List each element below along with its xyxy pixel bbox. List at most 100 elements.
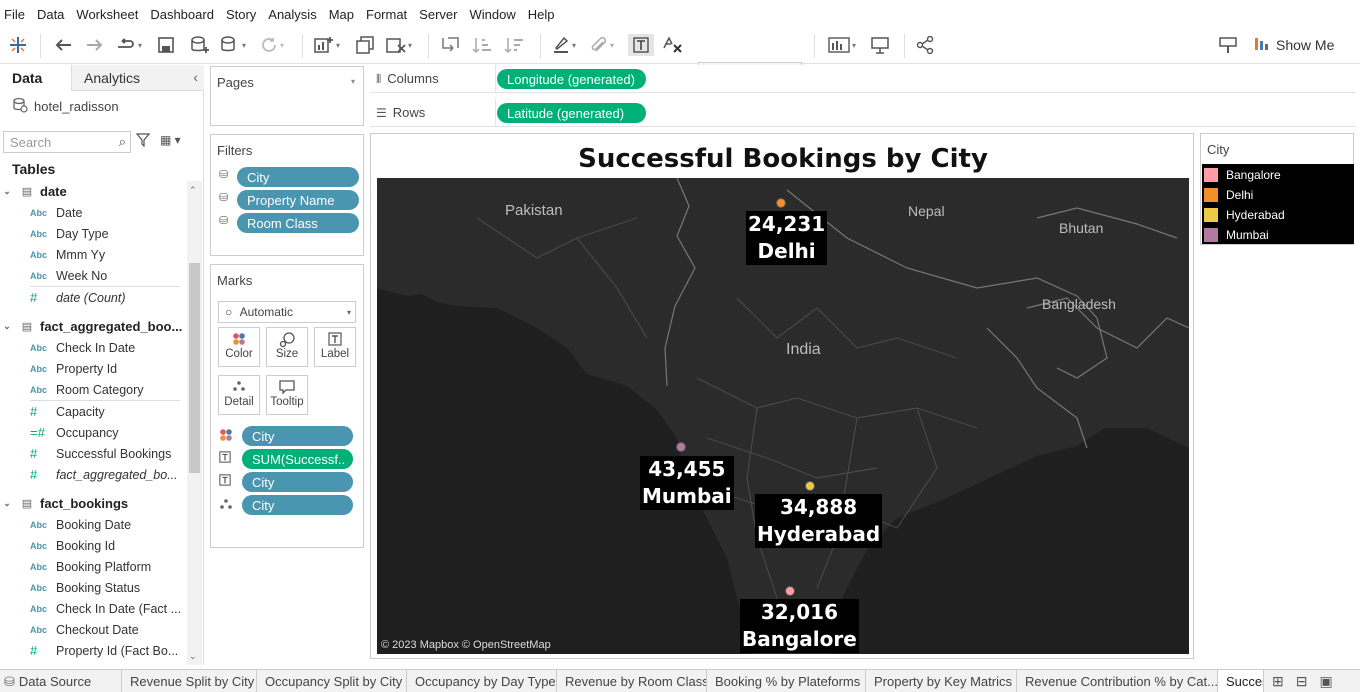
- mark-type-select[interactable]: ○ Automatic ▾: [218, 301, 356, 323]
- field-item[interactable]: Abc Booking Status: [0, 577, 186, 598]
- search-input[interactable]: Search ⌕: [3, 131, 131, 153]
- menu-worksheet[interactable]: Worksheet: [76, 7, 144, 22]
- field-item[interactable]: Abc Day Type: [0, 223, 186, 244]
- menu-server[interactable]: Server: [419, 7, 463, 22]
- tableau-logo-icon[interactable]: [8, 34, 28, 56]
- refresh-icon[interactable]: ▾: [260, 34, 284, 56]
- swap-icon[interactable]: ▾: [116, 34, 142, 56]
- pause-datasource-icon[interactable]: ▾: [220, 34, 246, 56]
- presentation-mode-icon[interactable]: [870, 34, 890, 56]
- table-group[interactable]: ⌄ ▤ fact_aggregated_boo...: [0, 316, 186, 337]
- map-point-bangalore[interactable]: [785, 586, 795, 596]
- collapse-arrow-icon[interactable]: ⌄: [0, 186, 14, 197]
- columns-shelf[interactable]: ⦀ Columns Longitude (generated): [370, 65, 1356, 93]
- tab-property-by-key-matrics[interactable]: Property by Key Matrics: [866, 670, 1017, 692]
- field-item[interactable]: # Property Id (Fact Bo...: [0, 640, 186, 661]
- color-button[interactable]: Color: [218, 327, 260, 367]
- field-item[interactable]: Abc Mmm Yy: [0, 244, 186, 265]
- map-point-delhi[interactable]: [776, 198, 786, 208]
- map[interactable]: Pakistan Nepal Bhutan India Bangladesh 2…: [377, 178, 1189, 654]
- tab-revenue-by-room-class[interactable]: Revenue by Room Class: [557, 670, 707, 692]
- field-item[interactable]: # fact_aggregated_bo...: [0, 464, 186, 485]
- field-item[interactable]: # date (Count): [0, 287, 186, 308]
- field-item[interactable]: Abc Room Category: [0, 379, 186, 400]
- marks-pill-city-label[interactable]: City: [242, 472, 353, 492]
- tab-occupancy-split-by-city[interactable]: Occupancy Split by City: [257, 670, 407, 692]
- field-item[interactable]: Abc Check In Date: [0, 337, 186, 358]
- marks-pill-sum-successful-bookings[interactable]: SUM(Successf..: [242, 449, 353, 469]
- field-item[interactable]: Abc Property Id: [0, 358, 186, 379]
- undo-icon[interactable]: [54, 34, 72, 56]
- field-item[interactable]: # Capacity: [0, 401, 186, 422]
- rows-shelf[interactable]: ☰ Rows Latitude (generated): [370, 99, 1356, 127]
- group-members-icon[interactable]: ▾: [590, 34, 614, 56]
- pages-card[interactable]: Pages ▾: [210, 66, 364, 126]
- field-item[interactable]: =# Occupancy: [0, 422, 186, 443]
- tooltip-pin-icon[interactable]: [1218, 34, 1238, 56]
- tab-analytics[interactable]: Analytics: [72, 65, 204, 90]
- marks-pill-city-color[interactable]: City: [242, 426, 353, 446]
- menu-dashboard[interactable]: Dashboard: [150, 7, 220, 22]
- share-icon[interactable]: [916, 34, 934, 56]
- field-item[interactable]: Abc Week No: [0, 265, 186, 286]
- map-point-hyderabad[interactable]: [805, 481, 815, 491]
- view-options-icon[interactable]: ▦ ▾: [160, 133, 181, 147]
- field-item[interactable]: # Successful Bookings: [0, 443, 186, 464]
- label-button[interactable]: Label: [314, 327, 356, 367]
- collapse-arrow-icon[interactable]: ⌄: [0, 498, 14, 509]
- presentation-layout-icon[interactable]: ▾: [828, 34, 856, 56]
- menu-format[interactable]: Format: [366, 7, 413, 22]
- tab-data[interactable]: Data: [0, 65, 72, 91]
- collapse-arrow-icon[interactable]: ⌄: [0, 321, 14, 332]
- menu-window[interactable]: Window: [469, 7, 521, 22]
- tab-revenue-split-by-city[interactable]: Revenue Split by City: [122, 670, 257, 692]
- highlight-icon[interactable]: ▾: [552, 34, 576, 56]
- save-icon[interactable]: [158, 34, 174, 56]
- sort-descending-icon[interactable]: [504, 34, 524, 56]
- field-item[interactable]: Abc Booking Platform: [0, 556, 186, 577]
- show-me-button[interactable]: Show Me: [1254, 34, 1334, 56]
- map-point-mumbai[interactable]: [676, 442, 686, 452]
- datasource-item[interactable]: hotel_radisson: [12, 97, 119, 116]
- tooltip-button[interactable]: Tooltip: [266, 375, 308, 415]
- field-item[interactable]: Abc Booking Date: [0, 514, 186, 535]
- field-item[interactable]: Abc Date: [0, 202, 186, 223]
- columns-pill-longitude[interactable]: Longitude (generated): [497, 69, 646, 89]
- filter-pill-room-class[interactable]: Room Class: [237, 213, 359, 233]
- field-item[interactable]: Abc Booking Id: [0, 535, 186, 556]
- field-item[interactable]: Abc Check In Date (Fact ...: [0, 598, 186, 619]
- menu-map[interactable]: Map: [329, 7, 360, 22]
- filter-fields-icon[interactable]: [135, 133, 151, 150]
- new-worksheet-tab-icon[interactable]: ⊞: [1272, 673, 1284, 690]
- map-attribution[interactable]: © 2023 Mapbox © OpenStreetMap: [381, 639, 551, 651]
- fix-axes-icon[interactable]: [662, 34, 684, 56]
- menu-file[interactable]: File: [4, 7, 31, 22]
- filter-pill-property-name[interactable]: Property Name: [237, 190, 359, 210]
- new-dashboard-tab-icon[interactable]: ⊟: [1296, 673, 1308, 690]
- tab-data-source[interactable]: ⛁ Data Source: [0, 670, 122, 692]
- tab-occupancy-by-day-type[interactable]: Occupancy by Day Type: [407, 670, 557, 692]
- field-item[interactable]: Abc Checkout Date: [0, 619, 186, 640]
- clear-sheet-icon[interactable]: ▾: [386, 34, 412, 56]
- redo-icon[interactable]: [86, 34, 104, 56]
- legend-item-delhi[interactable]: Delhi: [1202, 185, 1354, 205]
- size-button[interactable]: Size: [266, 327, 308, 367]
- legend-item-hyderabad[interactable]: Hyderabad: [1202, 205, 1354, 225]
- rows-pill-latitude[interactable]: Latitude (generated): [497, 103, 646, 123]
- tab-revenue-contribution[interactable]: Revenue Contribution % by Cat...: [1017, 670, 1218, 692]
- table-group[interactable]: ⌄ ▤ date: [0, 181, 186, 202]
- tab-booking-pct-by-plateforms[interactable]: Booking % by Plateforms: [707, 670, 866, 692]
- new-worksheet-icon[interactable]: ▾: [314, 34, 340, 56]
- sort-ascending-icon[interactable]: [472, 34, 492, 56]
- marks-pill-city-detail[interactable]: City: [242, 495, 353, 515]
- swap-rows-columns-icon[interactable]: [440, 34, 460, 56]
- table-group[interactable]: ⌄ ▤ fact_bookings: [0, 493, 186, 514]
- scrollbar-thumb[interactable]: [189, 263, 200, 473]
- menu-data[interactable]: Data: [37, 7, 70, 22]
- scroll-down-icon[interactable]: ⌄: [189, 651, 197, 662]
- menu-analysis[interactable]: Analysis: [268, 7, 322, 22]
- scroll-up-icon[interactable]: ⌃: [189, 185, 197, 196]
- show-mark-labels-icon[interactable]: [628, 34, 654, 56]
- tab-successful-bookings-active[interactable]: Succes: [1218, 670, 1264, 692]
- menu-story[interactable]: Story: [226, 7, 262, 22]
